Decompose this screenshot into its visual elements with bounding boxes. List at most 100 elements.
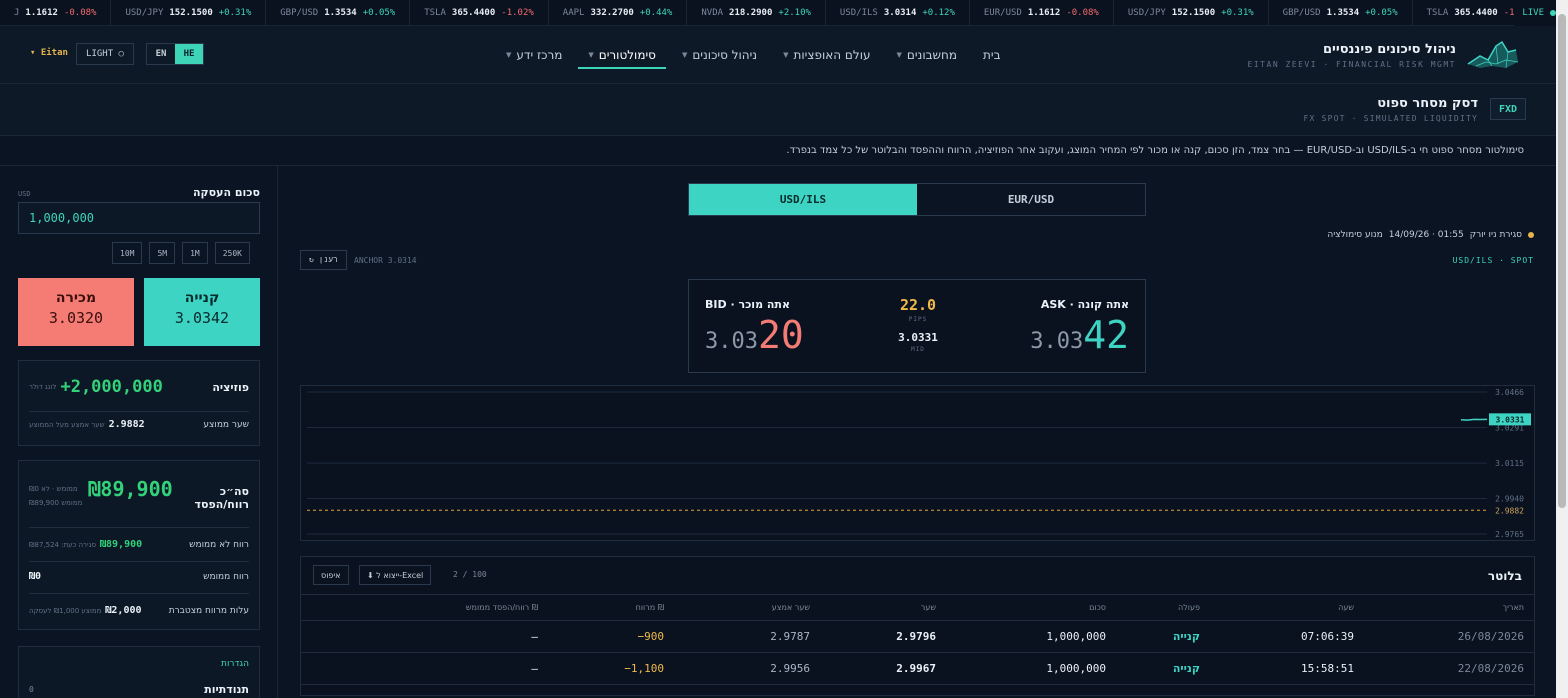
ticker-change: -1.02% bbox=[501, 7, 534, 18]
position-value: +2,000,000 bbox=[60, 377, 163, 397]
blotter-column-header[interactable]: תאריך bbox=[1404, 595, 1524, 620]
nav-item-label: סימולטורים bbox=[598, 48, 656, 62]
chart-y-tick-label: 3.0115 bbox=[1495, 459, 1524, 468]
preset-10m-button[interactable]: 10M bbox=[112, 242, 143, 264]
blotter-cell-pnl: — bbox=[531, 662, 538, 675]
nav-item[interactable]: ▼ מרכז ידע bbox=[506, 26, 562, 84]
sell-button[interactable]: מכירה 3.0320 bbox=[18, 278, 134, 346]
user-menu[interactable]: ▾ Eitan bbox=[30, 48, 68, 58]
page-description: סימולטור מסחר ספוט חי ב-USD/ILS וב-EUR/U… bbox=[786, 145, 1524, 156]
ticker-symbol: EUR/USD bbox=[983, 7, 1022, 18]
blotter-column-header[interactable]: סכום bbox=[986, 595, 1106, 620]
nav-item[interactable]: בית bbox=[983, 26, 1001, 84]
ticker-change: +0.44% bbox=[639, 7, 673, 18]
ticker-symbol: USD/JPY bbox=[1127, 7, 1166, 18]
chart-y-tick-label: 2.9940 bbox=[1495, 495, 1524, 504]
ticker-item: USD/JPY 152.1500 +0.31% bbox=[111, 0, 267, 25]
tab-eur-usd[interactable]: EUR/USD bbox=[917, 184, 1145, 215]
pnl-total-note-1: ₪0 ממומש · לא bbox=[29, 485, 78, 493]
page-subtitle: FX SPOT · SIMULATED LIQUIDITY bbox=[1303, 114, 1478, 123]
nav-item[interactable]: ▼ סימולטורים bbox=[578, 26, 666, 84]
blotter-cell-date: 26/08/2026 bbox=[1457, 630, 1524, 643]
amount-label: סכום העסקה bbox=[193, 186, 260, 199]
ticker-item: NVDA 218.2900 +2.10% bbox=[687, 0, 826, 25]
ticker-symbol: GBP/USD bbox=[1282, 7, 1321, 18]
blotter-reset-button[interactable]: איפוס bbox=[313, 565, 349, 585]
ask-quote[interactable]: ASK · אתה קונה 3.03 42 bbox=[1030, 298, 1129, 354]
pnl-total-value: ₪89,900 bbox=[88, 477, 173, 501]
blotter-column-header[interactable]: שער אמצע bbox=[710, 595, 810, 620]
preset-250k-button[interactable]: 250K bbox=[214, 242, 250, 264]
avg-rate-value: 2.9882 bbox=[108, 419, 145, 430]
lang-en-button[interactable]: EN bbox=[147, 44, 175, 64]
quote-panel: BID · אתה מוכר 3.03 20 22.0 PIPS 3.0331 M… bbox=[688, 279, 1146, 373]
ticker-price: 1.3534 bbox=[1326, 7, 1360, 18]
blotter-cell-spread: −900 bbox=[637, 630, 665, 643]
position-note: לונג דולר bbox=[29, 383, 57, 391]
blotter-column-header[interactable]: שעה bbox=[1234, 595, 1354, 620]
brand[interactable]: ניהול סיכונים פיננסיים EITAN ZEEVI · FIN… bbox=[1248, 38, 1520, 72]
chart-last-price-label: 3.0331 bbox=[1496, 415, 1525, 424]
main-nav: בית ▼ מחשבונים ▼ עולם האופציות ▼ ניהול סיכונים… bbox=[506, 26, 1001, 84]
ticker-item: USD/JPY 152.1500 +0.31% bbox=[1114, 0, 1269, 25]
chevron-down-icon: ▼ bbox=[506, 51, 512, 59]
blotter-column-header[interactable]: שער bbox=[836, 595, 936, 620]
lang-he-button[interactable]: HE bbox=[175, 44, 203, 64]
spread-cost-note: ממוצע ₪1,000 לעסקה bbox=[29, 606, 102, 615]
brand-title: ניהול סיכונים פיננסיים bbox=[1323, 41, 1456, 57]
ticker-change: +2.10% bbox=[778, 7, 811, 18]
preset-5m-button[interactable]: 5M bbox=[149, 242, 176, 264]
table-row[interactable]: 26/08/2026 07:06:39 קנייה 1,000,000 2.9796 2.… bbox=[301, 621, 1534, 653]
nav-item[interactable]: ▼ ניהול סיכונים bbox=[682, 26, 757, 84]
brand-logo-icon bbox=[1467, 40, 1519, 69]
app-root: J 1.1612 -0.08% USD/JPY 152.1500 +0.31% GB… bbox=[0, 0, 1568, 698]
scrollbar-thumb[interactable] bbox=[1558, 14, 1566, 508]
status-dot-icon bbox=[1528, 232, 1534, 238]
blotter-header-row: תאריך שעה פעולה סכום שער שער אמצע מרווח ₪ רווח/… bbox=[301, 595, 1534, 621]
live-indicator: LIVE bbox=[1514, 0, 1556, 26]
buy-button[interactable]: קנייה 3.0342 bbox=[144, 278, 260, 346]
nav-item[interactable]: ▼ מחשבונים bbox=[896, 26, 957, 84]
mid-label: MID bbox=[911, 346, 925, 353]
chevron-down-icon: ▼ bbox=[681, 51, 688, 59]
ticker-price: 152.1500 bbox=[169, 7, 213, 18]
blotter-column-header[interactable]: רווח/הפסד ממומש ₪ bbox=[398, 595, 538, 620]
ticker-change: +0.31% bbox=[1221, 7, 1254, 18]
ask-price-big: 42 bbox=[1083, 313, 1129, 357]
price-chart-svg: 3.04663.02913.01152.99402.97652.98823.03… bbox=[307, 388, 1531, 539]
table-row[interactable]: 22/08/2026 15:58:51 קנייה 1,000,000 2.9967 2.… bbox=[301, 653, 1534, 685]
vertical-scrollbar[interactable] bbox=[1556, 0, 1568, 698]
spread-cost-value: ₪2,000 bbox=[105, 605, 142, 616]
ticker-item: TSLA 365.4400 -1.02% bbox=[410, 0, 549, 25]
bid-quote[interactable]: BID · אתה מוכר 3.03 20 bbox=[705, 298, 804, 354]
price-chart[interactable]: 3.0466 3.0291 3.0115 2.9940 2.9765 2.9882 3.03… bbox=[300, 385, 1535, 541]
amount-input[interactable]: 1,000,000 bbox=[18, 202, 260, 234]
settings-title[interactable]: הגדרות bbox=[221, 659, 249, 669]
top-header: ניהול סיכונים פיננסיים EITAN ZEEVI · FIN… bbox=[0, 26, 1556, 84]
status-engine: מנוע סימולציה bbox=[1327, 230, 1383, 240]
blotter-cell-rate: 2.9796 bbox=[896, 630, 936, 643]
ticker-symbol: TSLA bbox=[424, 7, 446, 18]
ticker-price: 218.2900 bbox=[729, 7, 773, 18]
volatility-label: תנודתיות bbox=[204, 683, 249, 696]
blotter-cell-amount: 1,000,000 bbox=[1046, 630, 1106, 643]
preset-1m-button[interactable]: 1M bbox=[182, 242, 208, 264]
theme-toggle-button[interactable]: LIGHT ○ bbox=[76, 43, 134, 65]
pnl-total-note-2: ₪89,900 ממומש bbox=[29, 499, 83, 507]
tab-usd-ils[interactable]: USD/ILS bbox=[689, 184, 917, 215]
pips-label: PIPS bbox=[908, 316, 928, 323]
page-description-strip: סימולטור מסחר ספוט חי ב-USD/ILS וב-EUR/U… bbox=[0, 136, 1556, 166]
ticker-price: 365.4400 bbox=[1454, 7, 1498, 18]
chart-series-line bbox=[1460, 418, 1488, 421]
buy-price: 3.0342 bbox=[174, 309, 230, 327]
blotter-column-header[interactable]: פעולה bbox=[1110, 595, 1200, 620]
blotter-cell-amount: 1,000,000 bbox=[1046, 662, 1106, 675]
blotter-panel: בלוטר איפוס ⬇ ייצוא ל-Excel 2 / 100 תארי… bbox=[300, 556, 1535, 696]
blotter-count: 2 / 100 bbox=[453, 570, 487, 579]
bid-label: BID · אתה מוכר bbox=[705, 298, 790, 311]
blotter-export-button[interactable]: ⬇ ייצוא ל-Excel bbox=[359, 565, 432, 585]
blotter-cell-spread: −1,100 bbox=[624, 662, 664, 675]
blotter-column-header[interactable]: מרווח ₪ bbox=[564, 595, 664, 620]
nav-item[interactable]: ▼ עולם האופציות bbox=[783, 26, 870, 84]
refresh-button[interactable]: ↻ רענן bbox=[300, 250, 347, 270]
